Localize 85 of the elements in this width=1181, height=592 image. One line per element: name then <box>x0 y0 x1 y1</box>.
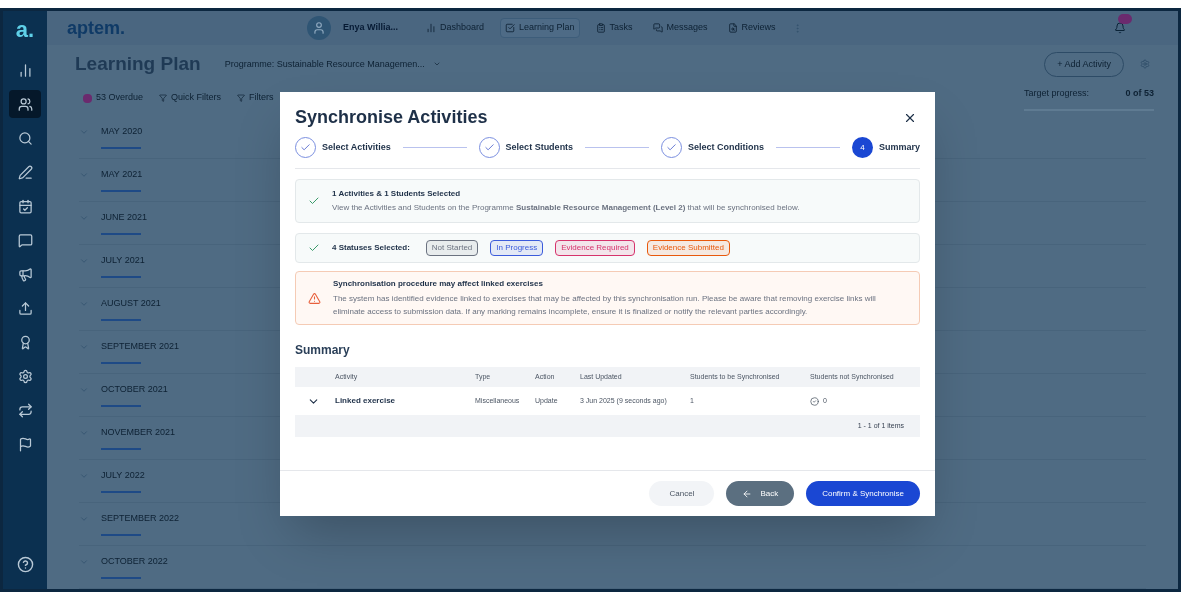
logo: a. <box>15 19 35 41</box>
calendar-icon <box>17 198 33 214</box>
nav-tab[interactable]: Messages <box>648 19 712 37</box>
month-underline <box>101 404 141 407</box>
back-button[interactable]: Back <box>726 481 795 506</box>
checkbox-icon <box>504 23 515 34</box>
avatar[interactable] <box>307 16 331 41</box>
clipboard-icon <box>595 23 606 34</box>
document-search-icon <box>727 23 738 34</box>
filter-icon <box>159 94 168 103</box>
nav-tab[interactable]: Reviews <box>723 19 780 37</box>
month-heading[interactable]: JULY 2022 <box>101 469 145 483</box>
month-underline <box>101 318 141 321</box>
dialog-title: Synchronise Activities <box>295 106 488 129</box>
check-circle-icon <box>810 396 819 406</box>
warning-title: Synchronisation procedure may affect linked exercises <box>333 278 544 290</box>
target-label: Target progress: <box>1024 87 1090 101</box>
month-underline <box>101 275 141 278</box>
step-label: Select Students <box>505 140 574 154</box>
target-value: 0 of 53 <box>1125 87 1154 101</box>
pen-icon <box>17 164 33 180</box>
warning-icon <box>308 291 321 305</box>
chart-icon <box>17 62 33 78</box>
check-icon <box>308 195 320 207</box>
month-underline <box>101 533 141 536</box>
flag-icon <box>17 436 33 452</box>
month-heading[interactable]: NOVEMBER 2021 <box>101 426 176 440</box>
filter-button[interactable]: Filters <box>237 91 274 105</box>
month-heading[interactable]: SEPTEMBER 2021 <box>101 340 180 354</box>
sidebar-item[interactable] <box>9 90 41 118</box>
step-number: 4 <box>851 137 873 158</box>
nav-tab[interactable]: Learning Plan <box>499 18 580 38</box>
month-underline <box>101 576 141 579</box>
user-name[interactable]: Enya Willia... <box>343 21 398 35</box>
check-icon <box>308 242 320 254</box>
selection-title: 1 Activities & 1 Students Selected <box>332 188 462 200</box>
nav-tab[interactable]: Dashboard <box>421 19 488 37</box>
status-tag: Not Started <box>425 240 479 256</box>
summary-heading: Summary <box>295 342 351 359</box>
notification-badge <box>1118 14 1132 25</box>
chart-icon <box>425 23 436 34</box>
settings-icon <box>17 368 33 384</box>
status-tag: Evidence Required <box>555 240 635 256</box>
month-underline <box>101 189 141 192</box>
month-heading[interactable]: SEPTEMBER 2022 <box>101 512 180 526</box>
logo: aptem. <box>67 16 127 40</box>
month-underline <box>101 232 141 235</box>
selection-text: View the Activities and Students on the Programme Sustainable Resource Management (Level 2) that will be synchronised below. <box>332 202 800 214</box>
status-tag: In Progress <box>490 240 544 256</box>
status-tag: Evidence Submitted <box>646 240 730 256</box>
step-label: Summary <box>878 140 920 154</box>
month-heading[interactable]: OCTOBER 2022 <box>101 555 168 569</box>
chat-icon <box>652 23 663 34</box>
statuses-title: 4 Statuses Selected: <box>332 242 410 254</box>
month-heading[interactable]: MAY 2021 <box>101 168 143 182</box>
month-underline <box>101 490 141 493</box>
step-label: Select Activities <box>322 140 391 154</box>
overdue-icon <box>83 93 92 103</box>
arrow-left-icon <box>742 488 753 499</box>
confirm-button[interactable]: Confirm & Synchronise <box>806 481 920 506</box>
help-icon[interactable] <box>16 556 34 573</box>
search-icon <box>17 130 33 146</box>
month-heading[interactable]: JULY 2021 <box>101 254 145 268</box>
cancel-button[interactable]: Cancel <box>649 481 715 506</box>
filter-button[interactable]: Quick Filters <box>159 91 222 105</box>
people-icon <box>17 96 33 112</box>
repeat-icon <box>17 402 33 418</box>
month-heading[interactable]: OCTOBER 2021 <box>101 383 168 397</box>
table-cell-text: Linked exercise <box>335 395 397 407</box>
megaphone-icon <box>17 266 33 282</box>
month-heading[interactable]: MAY 2020 <box>101 125 143 139</box>
month-heading[interactable]: AUGUST 2021 <box>101 297 161 311</box>
programme-dropdown[interactable]: Programme: Sustainable Resource Managemen... <box>224 57 441 72</box>
bell-icon[interactable] <box>1114 22 1126 35</box>
month-underline <box>101 146 141 149</box>
month-underline <box>101 361 141 364</box>
step-label: Select Conditions <box>688 140 765 154</box>
month-underline <box>101 447 141 450</box>
chat-icon <box>17 232 33 248</box>
nav-tab[interactable]: Tasks <box>591 19 637 37</box>
month-heading[interactable]: JUNE 2021 <box>101 211 148 225</box>
filter-icon <box>237 94 246 103</box>
upload-icon <box>17 300 33 316</box>
warning-text: The system has identified evidence linked to exercises that may be affected by this synchronisation run. Please be aware that removing exercise links will eliminate access to submission data. If any marking remains incomplete, ensure it is finalized or notify the relevant parties accordingly. <box>333 293 877 318</box>
filter-button[interactable]: 53 Overdue <box>83 91 144 105</box>
